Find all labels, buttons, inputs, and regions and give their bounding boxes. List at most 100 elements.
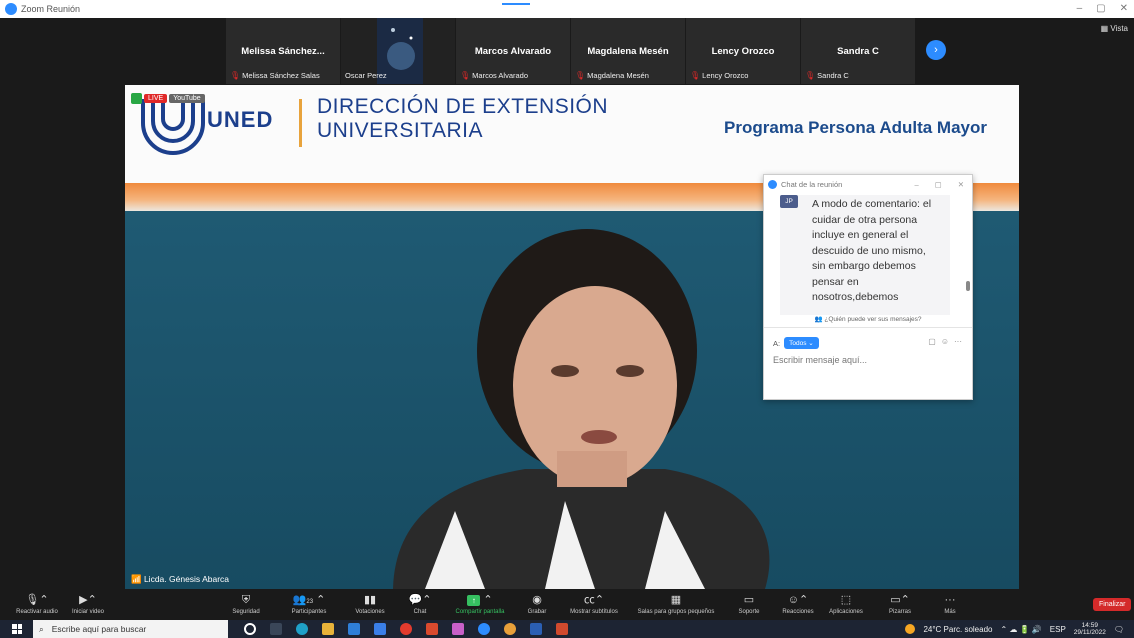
participants-button[interactable]: 👥23 ⌃ Participantes xyxy=(282,591,336,615)
chat-input[interactable]: Escribir mensaje aquí... xyxy=(773,355,867,365)
chat-scrollbar[interactable] xyxy=(966,281,970,291)
view-button[interactable]: ▦ Vista xyxy=(1101,24,1128,33)
next-page-button[interactable]: › xyxy=(926,40,946,60)
word-icon[interactable] xyxy=(530,623,542,635)
reactions-button[interactable]: ☺⌃ Reacciones xyxy=(776,591,820,615)
file-explorer-icon[interactable] xyxy=(322,623,334,635)
zoom-logo-icon xyxy=(5,3,17,15)
chat-panel: Chat de la reunión – ▢ ✕ JP A modo de come… xyxy=(763,174,973,400)
apps-button[interactable]: ⬚ Aplicaciones xyxy=(822,591,870,615)
polls-button[interactable]: ▮▮ Votaciones xyxy=(350,591,390,615)
meeting-toolbar: 🎙⌃ Reactivar audio ▶⌃ Iniciar video ⛨ Segur… xyxy=(0,591,1134,620)
participant-tile[interactable]: Oscar Perez xyxy=(341,18,456,84)
participant-label: Magdalena Mesén xyxy=(587,71,649,80)
end-meeting-button[interactable]: Finalizar xyxy=(1093,598,1132,611)
mail-icon[interactable] xyxy=(374,623,386,635)
meeting-stage: Melissa Sánchez... 🎙 Melissa Sánchez Sala… xyxy=(0,18,1134,591)
record-icon: ◉ xyxy=(532,594,542,606)
reactions-icon: ☺⌃ xyxy=(787,594,809,606)
file-icon[interactable]: ▢ xyxy=(928,337,936,346)
speaker-name: 📶 Licda. Génesis Abarca xyxy=(131,574,230,584)
breakout-icon: ▦ xyxy=(670,594,682,606)
maximize-button[interactable]: ▢ xyxy=(1096,0,1105,18)
time: 14:59 xyxy=(1081,622,1098,629)
window-title: Zoom Reunión xyxy=(21,4,81,14)
more-icon[interactable]: ··· xyxy=(954,337,962,346)
participant-tile[interactable]: Lency Orozco 🎙 Lency Orozco xyxy=(686,18,801,84)
button-label: Más xyxy=(944,609,956,615)
weather-text[interactable]: 24°C Parc. soleado xyxy=(923,625,992,634)
shield-icon: ⛨ xyxy=(241,594,251,606)
poll-icon: ▮▮ xyxy=(363,594,377,606)
minimize-button[interactable]: – xyxy=(1077,0,1083,18)
chat-button[interactable]: 💬⌃ Chat xyxy=(405,591,435,615)
live-badge: LIVE xyxy=(144,94,168,103)
view-label: Vista xyxy=(1110,24,1128,33)
button-label: Pizarras xyxy=(888,609,911,615)
security-button[interactable]: ⛨ Seguridad xyxy=(226,591,266,615)
participant-tile[interactable]: Magdalena Mesén 🎙 Magdalena Mesén xyxy=(571,18,686,84)
search-placeholder: Escribe aquí para buscar xyxy=(51,624,147,634)
task-view-icon[interactable] xyxy=(270,623,282,635)
participant-tile[interactable]: Sandra C 🎙 Sandra C xyxy=(801,18,916,84)
tray-icons[interactable]: ⌃ ☁ 🔋 🔊 xyxy=(1000,625,1041,634)
who-can-see-link[interactable]: 👥 ¿Quién puede ver sus mensajes? xyxy=(764,315,972,323)
powerpoint-icon[interactable] xyxy=(556,623,568,635)
participant-tile[interactable]: Melissa Sánchez... 🎙 Melissa Sánchez Sala… xyxy=(226,18,341,84)
store-icon[interactable] xyxy=(348,623,360,635)
participants-icon: 👥23 ⌃ xyxy=(292,594,326,606)
app-icon[interactable] xyxy=(426,623,438,635)
notifications-icon[interactable]: 🗨 xyxy=(1114,625,1124,634)
chat-close-button[interactable]: ✕ xyxy=(958,180,964,189)
start-video-button[interactable]: ▶⌃ Iniciar video xyxy=(66,591,110,615)
more-button[interactable]: ··· Más xyxy=(935,591,965,615)
zoom-chat-icon xyxy=(768,179,777,189)
direction-line-2: UNIVERSITARIA xyxy=(317,119,483,142)
breakout-rooms-button[interactable]: ▦ Salas para grupos pequeños xyxy=(630,591,722,615)
captions-button[interactable]: ㏄⌃ Mostrar subtítulos xyxy=(563,591,625,615)
youtube-badge[interactable]: YouTube xyxy=(169,94,205,103)
mic-muted-icon: 🎙 xyxy=(460,71,471,80)
button-label: Reacciones xyxy=(782,609,814,615)
close-button[interactable]: ✕ xyxy=(1120,0,1128,18)
chat-minimize-button[interactable]: – xyxy=(914,180,918,189)
participant-name: Melissa Sánchez... xyxy=(241,46,325,57)
whiteboard-icon: ▭⌃ xyxy=(890,594,910,606)
participant-label: Lency Orozco xyxy=(702,71,749,80)
whiteboards-button[interactable]: ▭⌃ Pizarras xyxy=(880,591,920,615)
avatar: JP xyxy=(780,195,798,208)
chat-maximize-button[interactable]: ▢ xyxy=(935,180,942,189)
unmute-audio-button[interactable]: 🎙⌃ Reactivar audio xyxy=(10,591,64,615)
divider xyxy=(299,99,302,147)
cortana-icon[interactable] xyxy=(244,623,256,635)
app-icon[interactable] xyxy=(452,623,464,635)
support-icon: ▭ xyxy=(743,594,755,606)
taskbar-search[interactable]: ⌕ Escribe aquí para buscar xyxy=(33,620,228,638)
language-indicator[interactable]: ESP xyxy=(1050,625,1066,634)
to-label: A: xyxy=(773,338,781,348)
button-label: Mostrar subtítulos xyxy=(570,609,618,615)
record-button[interactable]: ◉ Grabar xyxy=(523,591,551,615)
chrome-icon[interactable] xyxy=(504,623,516,635)
button-label: Soporte xyxy=(738,609,760,615)
participant-name: Sandra C xyxy=(837,46,879,57)
clock[interactable]: 14:59 29/11/2022 xyxy=(1074,622,1106,636)
edge-icon[interactable] xyxy=(296,623,308,635)
slide-banner: UNED DIRECCIÓN DE EXTENSIÓN UNIVERSITARI… xyxy=(125,85,1019,183)
participant-label: Oscar Perez xyxy=(345,71,387,80)
zoom-taskbar-icon[interactable] xyxy=(478,623,490,635)
windows-start-icon[interactable] xyxy=(12,624,22,634)
direction-line-1: DIRECCIÓN DE EXTENSIÓN xyxy=(317,95,609,118)
participant-tile[interactable]: Marcos Alvarado 🎙 Marcos Alvarado xyxy=(456,18,571,84)
button-label: Votaciones xyxy=(355,609,385,615)
share-screen-button[interactable]: ↑ ⌃ Compartir pantalla xyxy=(449,591,511,615)
button-label: Salas para grupos pequeños xyxy=(637,609,715,615)
emoji-icon[interactable]: ☺ xyxy=(941,337,949,346)
who-can-see-label: ¿Quién puede ver sus mensajes? xyxy=(824,316,922,323)
mic-muted-icon: 🎙 xyxy=(575,71,586,80)
opera-icon[interactable] xyxy=(400,623,412,635)
recipient-dropdown[interactable]: Todos ⌄ xyxy=(784,337,819,349)
participant-name: Lency Orozco xyxy=(711,46,775,57)
button-label: Seguridad xyxy=(232,609,260,615)
support-button[interactable]: ▭ Soporte xyxy=(733,591,765,615)
